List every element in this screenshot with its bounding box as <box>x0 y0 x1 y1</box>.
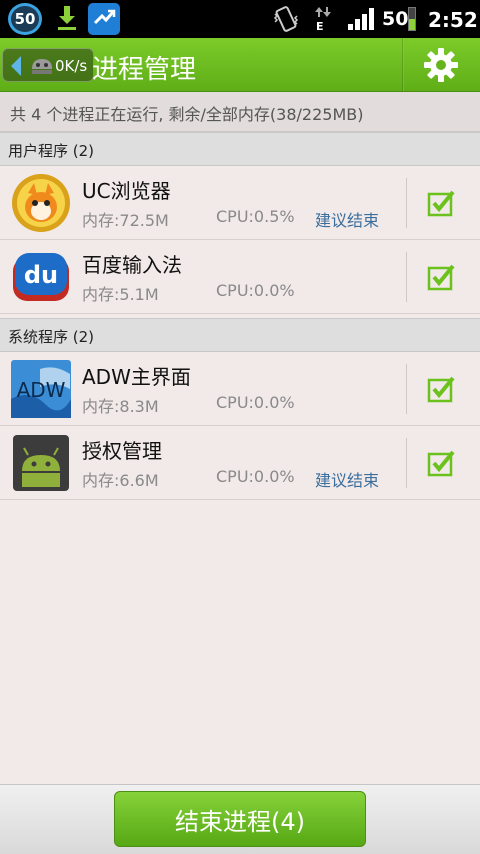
baidu-input-icon: du <box>13 253 69 301</box>
checkbox-checked-icon[interactable] <box>427 189 455 217</box>
row-divider <box>406 252 407 302</box>
process-row-adw[interactable]: ADW ADW主界面 内存:8.3M CPU:0.0% <box>0 352 480 426</box>
app-notification-icon <box>88 3 120 35</box>
notification-badge: 50 <box>8 3 42 35</box>
checkbox-checked-icon[interactable] <box>427 449 455 477</box>
checkbox-checked-icon[interactable] <box>427 263 455 291</box>
battery-icon <box>408 7 416 31</box>
network-speed: 0K/s <box>55 57 88 75</box>
app-name: 授权管理 <box>82 439 162 463</box>
bottom-bar: 结束进程(4) <box>0 784 480 854</box>
app-memory: 内存:6.6M <box>82 471 159 490</box>
suggest-end-link[interactable]: 建议结束 <box>315 467 379 491</box>
app-cpu: CPU:0.0% <box>216 393 295 412</box>
title-bar: 0K/s 进程管理 <box>0 38 480 92</box>
app-name: UC浏览器 <box>82 179 171 203</box>
clock: 2:52 <box>428 8 478 32</box>
app-name: ADW主界面 <box>82 365 191 389</box>
uc-browser-icon <box>12 174 70 232</box>
section-header-system: 系统程序 (2) <box>0 318 480 352</box>
section-header-user: 用户程序 (2) <box>0 132 480 166</box>
suggest-end-link[interactable]: 建议结束 <box>315 207 379 231</box>
android-superuser-icon <box>13 435 69 491</box>
vibrate-icon <box>273 6 299 32</box>
row-divider <box>406 178 407 228</box>
page-title: 进程管理 <box>92 55 197 85</box>
signal-icon <box>348 8 374 30</box>
title-divider <box>402 38 404 92</box>
row-divider <box>406 364 407 414</box>
checkbox-checked-icon[interactable] <box>427 375 455 403</box>
svg-text:du: du <box>24 261 58 289</box>
process-row-uc[interactable]: UC浏览器 内存:72.5M CPU:0.5% 建议结束 <box>0 166 480 240</box>
row-divider <box>406 438 407 488</box>
download-icon <box>58 6 76 30</box>
app-cpu: CPU:0.0% <box>216 281 295 300</box>
status-bar: 50 E 50 2:52 <box>0 0 480 38</box>
process-row-superuser[interactable]: 授权管理 内存:6.6M CPU:0.0% 建议结束 <box>0 426 480 500</box>
process-row-baidu[interactable]: du 百度输入法 内存:5.1M CPU:0.0% <box>0 240 480 314</box>
gear-icon[interactable] <box>423 47 459 83</box>
back-arrow-icon <box>11 56 21 76</box>
app-cpu: CPU:0.5% <box>216 207 295 226</box>
adw-launcher-icon: ADW <box>11 360 71 418</box>
app-memory: 内存:72.5M <box>82 211 169 230</box>
battery-percent: 50 <box>382 8 409 30</box>
app-memory: 内存:8.3M <box>82 397 159 416</box>
android-robot-icon <box>32 59 52 74</box>
app-name: 百度输入法 <box>82 253 182 277</box>
end-process-button[interactable]: 结束进程(4) <box>114 791 366 847</box>
network-type: E <box>316 20 324 32</box>
app-memory: 内存:5.1M <box>82 285 159 304</box>
svg-text:ADW: ADW <box>17 378 66 402</box>
memory-summary: 共 4 个进程正在运行, 剩余/全部内存(38/225MB) <box>0 92 480 132</box>
app-cpu: CPU:0.0% <box>216 467 295 486</box>
back-button[interactable]: 0K/s <box>2 48 94 82</box>
data-arrows-icon: E <box>315 7 331 32</box>
